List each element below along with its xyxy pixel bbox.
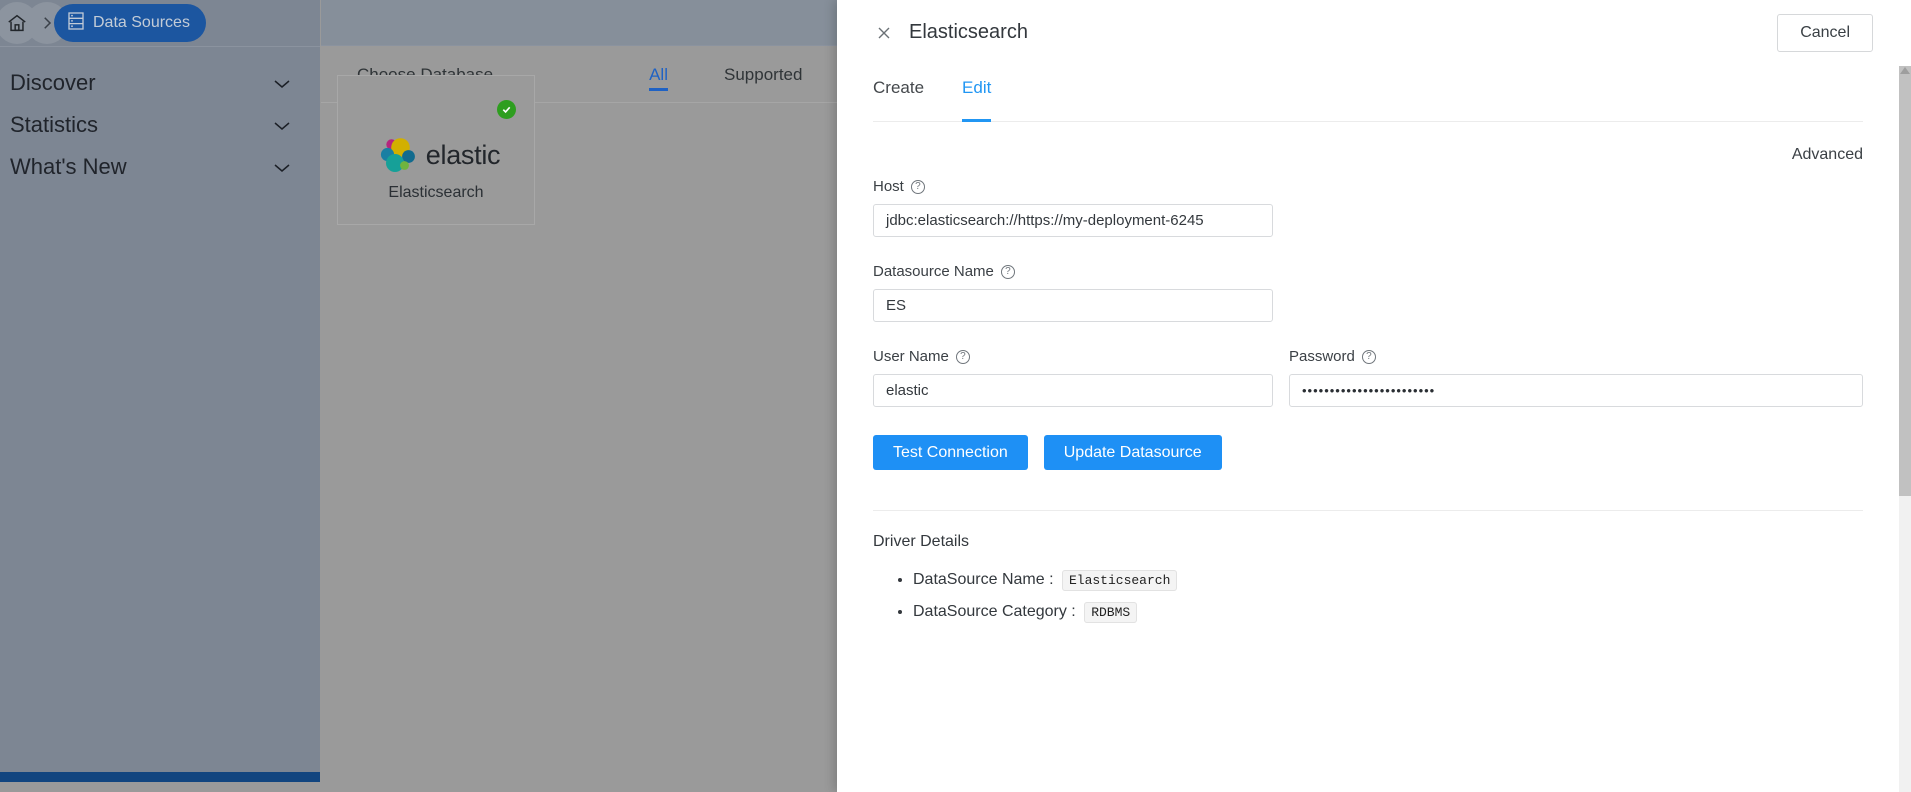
modal-tabs: Create Edit [873, 66, 1863, 122]
help-circle-icon[interactable]: ? [1361, 349, 1376, 364]
list-item: DataSource Name : Elasticsearch [913, 569, 1863, 591]
elastic-wordmark: elastic [425, 139, 501, 170]
credentials-row: User Name ? elastic Password ? •••••••••… [873, 348, 1863, 407]
host-label: Host ? [873, 178, 1863, 195]
user-name-label-text: User Name [873, 348, 949, 365]
breadcrumb: Data Sources [0, 0, 320, 46]
sidebar-bottom-bar [0, 772, 320, 782]
user-name-input[interactable]: elastic [873, 374, 1273, 407]
scroll-up-arrow-icon[interactable] [1900, 67, 1910, 74]
database-icon [68, 11, 84, 35]
modal-scrollbar[interactable] [1899, 66, 1911, 792]
sidebar-item-label: Statistics [10, 112, 99, 137]
datasource-name-label-text: Datasource Name [873, 263, 994, 280]
datasource-name-label: Datasource Name ? [873, 263, 1863, 280]
tab-supported[interactable]: Supported [696, 47, 830, 103]
chevron-down-icon [272, 70, 292, 96]
driver-detail-value: RDBMS [1084, 602, 1138, 624]
app-root: Data Sources Discover Statistics What's … [0, 0, 1911, 792]
driver-details-title: Driver Details [873, 533, 970, 550]
modal-header: Elasticsearch Cancel [837, 0, 1911, 66]
user-name-label: User Name ? [873, 348, 1273, 365]
elastic-mark-icon [380, 138, 415, 172]
help-circle-icon[interactable]: ? [955, 349, 970, 364]
datasource-form: Host ? jdbc:elasticsearch://https://my-d… [873, 178, 1863, 470]
sidebar: Data Sources Discover Statistics What's … [0, 0, 320, 782]
breadcrumb-label: Data Sources [93, 14, 190, 31]
driver-detail-key: DataSource Name : [913, 571, 1054, 588]
section-divider [873, 510, 1863, 511]
driver-detail-value: Elasticsearch [1061, 570, 1178, 591]
host-label-text: Host [873, 178, 904, 195]
elastic-logo: elastic [338, 130, 534, 180]
close-icon[interactable] [873, 22, 895, 44]
tab-edit[interactable]: Edit [962, 66, 992, 122]
test-connection-button[interactable]: Test Connection [873, 435, 1028, 470]
advanced-link[interactable]: Advanced [837, 146, 1863, 164]
database-card-elasticsearch[interactable]: elastic Elasticsearch [337, 75, 535, 225]
sidebar-item-statistics[interactable]: Statistics [0, 104, 320, 146]
sidebar-item-discover[interactable]: Discover [0, 62, 320, 104]
password-input[interactable]: •••••••••••••••••••••••• [1289, 374, 1863, 407]
datasource-modal: Elasticsearch Cancel Create Edit Advance… [837, 0, 1911, 792]
list-item: DataSource Category : RDBMS [913, 601, 1863, 624]
database-card-label: Elasticsearch [388, 184, 484, 201]
sidebar-item-label: What's New [10, 154, 127, 179]
sidebar-item-label: Discover [10, 70, 96, 95]
password-label-text: Password [1289, 348, 1355, 365]
tab-create[interactable]: Create [873, 66, 924, 122]
datasource-name-field-group: Datasource Name ? ES [873, 263, 1863, 322]
form-actions: Test Connection Update Datasource [873, 435, 1863, 470]
modal-body: Create Edit Advanced Host ? jdbc:elastic… [837, 66, 1899, 792]
datasource-name-input[interactable]: ES [873, 289, 1273, 322]
help-circle-icon[interactable]: ? [1000, 264, 1015, 279]
cancel-button[interactable]: Cancel [1777, 14, 1873, 52]
chevron-down-icon [272, 112, 292, 138]
breadcrumb-item-data-sources[interactable]: Data Sources [54, 4, 206, 42]
host-input[interactable]: jdbc:elasticsearch://https://my-deployme… [873, 204, 1273, 237]
scrollbar-thumb[interactable] [1899, 66, 1911, 496]
user-name-field-group: User Name ? elastic [873, 348, 1273, 407]
driver-detail-key: DataSource Category : [913, 603, 1076, 621]
modal-title: Elasticsearch [909, 21, 1028, 43]
sidebar-item-whats-new[interactable]: What's New [0, 146, 320, 188]
password-field-group: Password ? •••••••••••••••••••••••• [1289, 348, 1863, 407]
sidebar-divider [0, 46, 320, 47]
check-circle-icon [497, 100, 516, 119]
password-label: Password ? [1289, 348, 1863, 365]
update-datasource-button[interactable]: Update Datasource [1043, 435, 1222, 470]
host-field-group: Host ? jdbc:elasticsearch://https://my-d… [873, 178, 1863, 237]
tab-all[interactable]: All [621, 47, 696, 103]
driver-details-list: DataSource Name : Elasticsearch DataSour… [873, 569, 1863, 624]
chevron-down-icon [272, 154, 292, 180]
help-circle-icon[interactable]: ? [910, 179, 925, 194]
